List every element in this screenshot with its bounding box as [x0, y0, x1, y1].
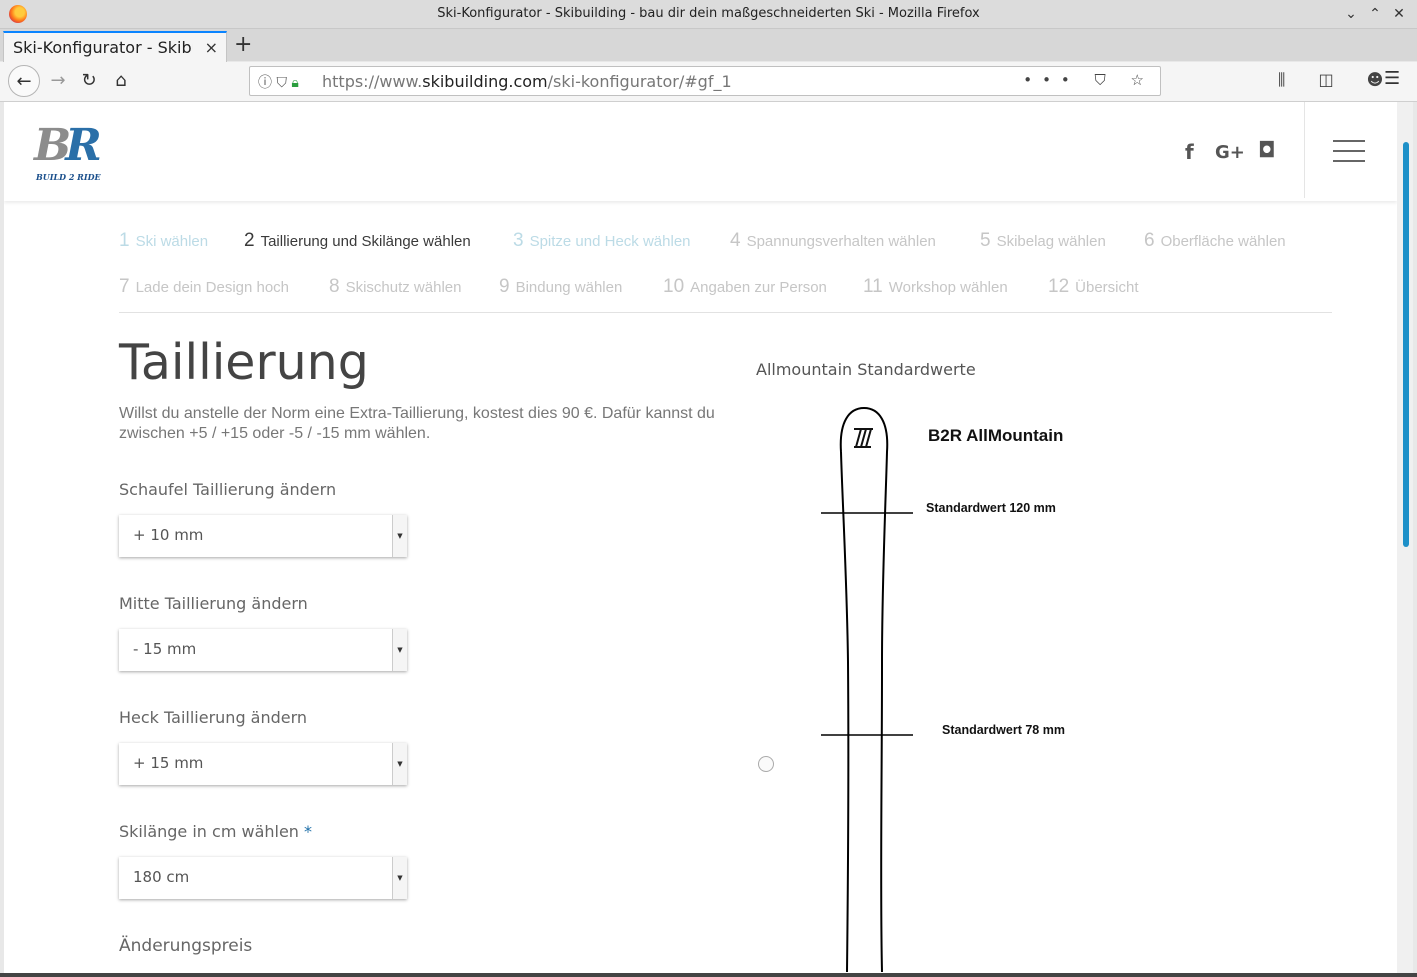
step-4[interactable]: 4 Spannungsverhalten wählen [730, 230, 936, 252]
step-6[interactable]: 6 Oberfläche wählen [1144, 230, 1286, 252]
maximize-icon[interactable]: ⌃ [1365, 4, 1385, 24]
schaufel-label: Schaufel Taillierung ändern [119, 480, 337, 499]
ski-name: B2R AllMountain [928, 426, 1064, 445]
chevron-down-icon[interactable]: ▼ [392, 743, 407, 785]
step-8[interactable]: 8 Skischutz wählen [329, 276, 461, 298]
heck-label: Heck Taillierung ändern [119, 708, 308, 727]
navigation-bar: ← → ↻ ⌂ ⓘ ⛉ 🔒︎ https://www.skibuilding.c… [0, 62, 1417, 102]
toolbar-icons[interactable]: ⫼ ◫ ☻ [1278, 70, 1397, 90]
skilaenge-label: Skilänge in cm wählen * [119, 822, 313, 841]
instagram-icon[interactable]: ◘ [1258, 138, 1276, 162]
reload-button[interactable]: ↻ [73, 65, 105, 97]
skilaenge-select[interactable]: 180 cm ▼ [119, 857, 407, 899]
site-info-icons[interactable]: ⓘ ⛉ 🔒︎ [258, 72, 299, 92]
page-actions-icons[interactable]: ••• ⛉ ☆ [1023, 71, 1154, 89]
step-1[interactable]: 1 Ski wählen [119, 230, 208, 252]
chevron-down-icon[interactable]: ▼ [392, 629, 407, 671]
preview-title: Allmountain Standardwerte [756, 360, 976, 379]
schaufel-select[interactable]: + 10 mm ▼ [119, 515, 407, 557]
step-10[interactable]: 10 Angaben zur Person [663, 276, 827, 298]
window-title: Ski-Konfigurator - Skibuilding - bau dir… [437, 6, 980, 21]
lock-icon: 🔒︎ [291, 75, 299, 91]
page-scrollbar[interactable] [1397, 102, 1413, 973]
step-3[interactable]: 3 Spitze und Heck wählen [513, 230, 691, 252]
step-2[interactable]: 2 Taillierung und Skilänge wählen [244, 230, 471, 252]
ski-diagram [821, 406, 913, 973]
step-5[interactable]: 5 Skibelag wählen [980, 230, 1106, 252]
step-12[interactable]: 12 Übersicht [1048, 276, 1139, 298]
close-window-icon[interactable]: ✕ [1389, 4, 1409, 24]
standard-value-top: Standardwert 120 mm [926, 501, 1056, 515]
required-marker: * [304, 822, 313, 841]
price-label: Änderungspreis [119, 936, 253, 956]
forward-button[interactable]: → [42, 65, 74, 97]
hamburger-menu-icon[interactable] [1333, 140, 1365, 170]
step-9[interactable]: 9 Bindung wählen [499, 276, 622, 298]
menu-icon[interactable]: ☰ [1384, 68, 1400, 89]
googleplus-icon[interactable]: G+ [1215, 142, 1245, 163]
tab-ski-konfigurator[interactable]: Ski-Konfigurator - Skibu × [3, 31, 227, 62]
window-bottom-edge [0, 973, 1417, 977]
tab-title: Ski-Konfigurator - Skibu [13, 38, 193, 57]
tab-strip: Ski-Konfigurator - Skibu × [0, 29, 1417, 62]
mitte-label: Mitte Taillierung ändern [119, 594, 308, 613]
mitte-select[interactable]: - 15 mm ▼ [119, 629, 407, 671]
tab-close-icon[interactable]: × [205, 38, 218, 57]
standard-value-mid: Standardwert 78 mm [942, 723, 1065, 737]
back-button[interactable]: ← [8, 65, 40, 97]
section-description: Willst du anstelle der Norm eine Extra-T… [119, 405, 715, 442]
build2ride-logo[interactable]: BR BUILD 2 RIDE [34, 120, 126, 182]
url-text[interactable]: https://www.skibuilding.com/ski-konfigur… [322, 72, 732, 91]
chevron-down-icon[interactable]: ▼ [392, 857, 407, 899]
chevron-down-icon[interactable]: ▼ [392, 515, 407, 557]
steps-divider [119, 312, 1332, 313]
new-tab-button[interactable]: + [234, 32, 252, 57]
facebook-icon[interactable]: f [1185, 140, 1194, 164]
page-viewport: BR BUILD 2 RIDE f G+ ◘ 1 Ski wählen 2 Tail… [4, 102, 1397, 973]
step-11[interactable]: 11 Workshop wählen [863, 276, 1008, 298]
site-header: BR BUILD 2 RIDE f G+ ◘ [4, 102, 1397, 201]
heck-select[interactable]: + 15 mm ▼ [119, 743, 407, 785]
scrollbar-thumb[interactable] [1403, 142, 1409, 547]
home-button[interactable]: ⌂ [105, 65, 137, 97]
header-divider [1304, 102, 1305, 198]
section-title: Taillierung [119, 334, 369, 391]
url-bar[interactable]: ⓘ ⛉ 🔒︎ https://www.skibuilding.com/ski-k… [249, 66, 1161, 96]
minimize-icon[interactable]: ⌄ [1341, 4, 1361, 24]
preview-radio[interactable] [758, 756, 774, 772]
window-titlebar: Ski-Konfigurator - Skibuilding - bau dir… [0, 0, 1417, 29]
ski-logo-icon [854, 428, 873, 448]
step-7[interactable]: 7 Lade dein Design hoch [119, 276, 289, 298]
